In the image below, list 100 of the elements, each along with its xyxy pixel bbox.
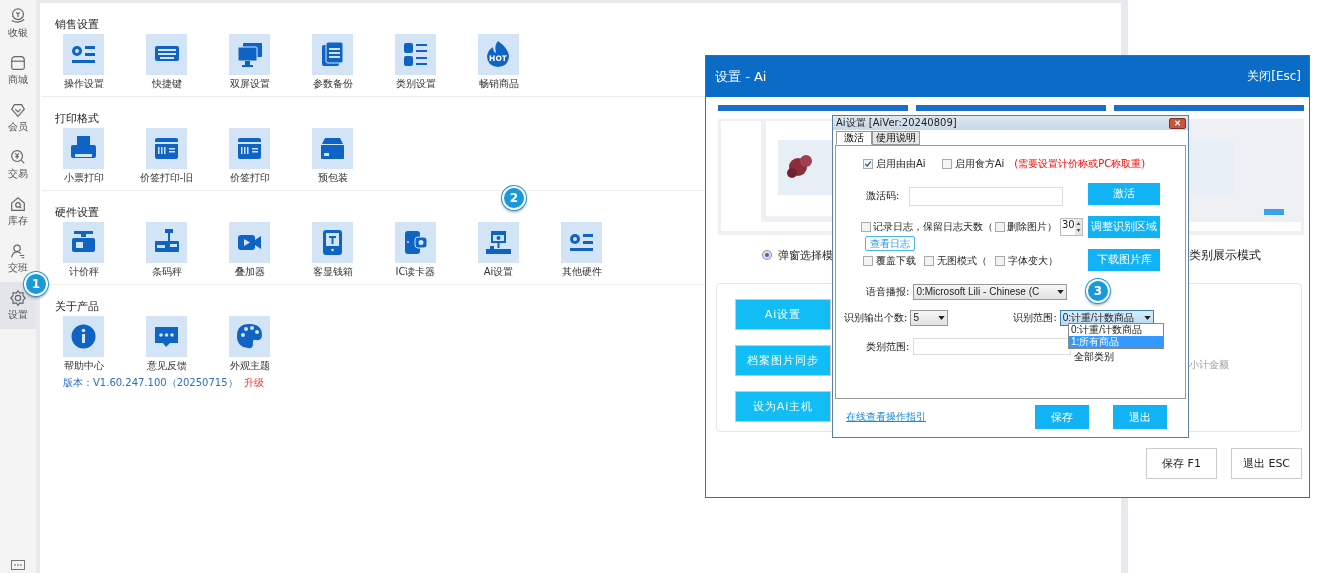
step-marker: 1: [24, 272, 48, 296]
checkbox-label: 启用食方Ai: [954, 157, 1005, 171]
section-title: 销售设置: [55, 17, 99, 32]
settings-tile[interactable]: 操作设置: [42, 34, 125, 90]
warning-text: (需要设置计价称或PC称取重): [1014, 157, 1146, 171]
checkbox[interactable]: [941, 159, 952, 169]
diamond-icon: [9, 101, 27, 119]
house-search-icon: [9, 195, 27, 213]
number-spinner[interactable]: 30: [1060, 218, 1083, 236]
input-field[interactable]: [909, 186, 1064, 206]
dialog-button[interactable]: 退出 ESC: [1231, 448, 1302, 479]
documents-icon: [312, 34, 353, 75]
checkbox[interactable]: [861, 222, 871, 232]
price-label-icon: [229, 128, 270, 169]
settings-tile[interactable]: IC读卡器: [374, 222, 457, 278]
camera-stand-icon: [478, 222, 519, 263]
sidebar-item[interactable]: 库存: [0, 188, 36, 235]
person-icon: [9, 242, 27, 260]
settings-tile[interactable]: 意见反馈: [125, 316, 208, 372]
dropdown-option[interactable]: 0:计重/计数商品: [1069, 324, 1163, 336]
upgrade-link[interactable]: 升级: [243, 376, 264, 390]
checkbox[interactable]: [924, 256, 934, 266]
tab[interactable]: 使用说明: [872, 131, 920, 145]
close-button[interactable]: 关闭[Esc]: [1247, 68, 1301, 85]
settings-tile[interactable]: 外观主题: [208, 316, 291, 372]
dropdown-arrow-icon: [1057, 289, 1065, 294]
settings-tile[interactable]: Ai设置: [457, 222, 540, 278]
settings-tile[interactable]: 叠加器: [208, 222, 291, 278]
guide-link[interactable]: 在线查看操作指引: [846, 410, 926, 424]
info-icon: [63, 316, 104, 357]
settings-tile[interactable]: 预包装: [291, 128, 374, 184]
checkbox[interactable]: [995, 256, 1005, 266]
list-icon: [395, 34, 436, 75]
video-camera-icon: [229, 222, 270, 263]
tab[interactable]: 激活: [836, 131, 872, 145]
settings-tile[interactable]: 帮助中心: [42, 316, 125, 372]
storefront-icon: [9, 54, 27, 72]
scale-icon: [63, 222, 104, 263]
checkbox-label: 记录日志，保留日志天数（: [873, 220, 993, 234]
barcode-scale-icon: [146, 222, 187, 263]
box-icon: [312, 128, 353, 169]
dropdown-arrow-icon: [938, 315, 946, 320]
sidebar-item[interactable]: 会员: [0, 94, 36, 141]
field-label: 类别范围:: [866, 339, 910, 354]
section-title: 关于产品: [55, 299, 99, 314]
checkbox[interactable]: [863, 256, 873, 266]
coin-hand-icon: [9, 7, 27, 25]
spinner-arrows-icon: [1075, 219, 1082, 235]
settings-list-icon: [63, 34, 104, 75]
radio-button[interactable]: [763, 251, 771, 259]
step-marker: 3: [1086, 279, 1110, 303]
sidebar-item[interactable]: 交易: [0, 141, 36, 188]
settings-tile[interactable]: 小票打印: [42, 128, 125, 184]
monitors-icon: [229, 34, 270, 75]
sidebar-item[interactable]: 商城: [0, 47, 36, 94]
settings-tile[interactable]: 类别设置: [374, 34, 457, 90]
settings-tile[interactable]: 客显钱箱: [291, 222, 374, 278]
price-label-icon: [146, 128, 187, 169]
checkbox-label: 无图模式（: [937, 254, 987, 268]
field-label: 识别范围:: [1013, 310, 1057, 325]
dialog-button[interactable]: 保存 F1: [1146, 448, 1217, 479]
settings-tile[interactable]: 价签打印: [208, 128, 291, 184]
radio-label: 弹窗选择模: [778, 247, 833, 263]
settings-icon: [9, 289, 27, 307]
checkbox-label: 字体变大）: [1008, 254, 1058, 268]
palette-icon: [229, 316, 270, 357]
settings-tile[interactable]: 条码秤: [125, 222, 208, 278]
checkbox-label: 删除图片）: [1007, 220, 1057, 234]
dropdown-arrow-icon: [1143, 315, 1151, 320]
close-icon: [1174, 120, 1181, 126]
settings-list-icon: [561, 222, 602, 263]
settings-tile[interactable]: 其他硬件: [540, 222, 623, 278]
chat-icon: [146, 316, 187, 357]
radio-label: 类别展示模式: [1189, 246, 1261, 264]
card-reader-icon: [395, 222, 436, 263]
printer-icon: [63, 128, 104, 169]
count-select[interactable]: 5: [910, 309, 949, 326]
field-label: 识别输出个数:: [844, 310, 908, 325]
tablet-icon: [312, 222, 353, 263]
checkbox-label: 覆盖下载: [876, 254, 916, 268]
category-value: 全部类别: [1074, 350, 1114, 364]
checkbox[interactable]: [863, 159, 873, 169]
settings-tile[interactable]: 价签打印-旧: [125, 128, 208, 184]
hint-text: 小计金额: [1189, 358, 1229, 372]
keyboard-icon: [146, 34, 187, 75]
step-marker: 2: [502, 186, 526, 210]
settings-tile[interactable]: 双屏设置: [208, 34, 291, 90]
section-title: 硬件设置: [55, 205, 99, 220]
more-icon[interactable]: [11, 560, 25, 570]
input-field[interactable]: [913, 338, 1072, 355]
settings-tile[interactable]: 参数备份: [291, 34, 374, 90]
window-title: 设置 - Ai: [715, 67, 767, 86]
checkbox[interactable]: [995, 222, 1005, 232]
window-title: Ai设置 [AiVer:20240809]: [836, 116, 957, 130]
settings-tile[interactable]: 快捷键: [125, 34, 208, 90]
voice-select[interactable]: 0:Microsoft Lili - Chinese (C: [913, 283, 1068, 300]
field-label: 激活码:: [866, 189, 900, 203]
close-button[interactable]: [1169, 117, 1186, 129]
currency-search-icon: [9, 148, 27, 166]
sidebar-item[interactable]: 收银: [0, 0, 36, 47]
